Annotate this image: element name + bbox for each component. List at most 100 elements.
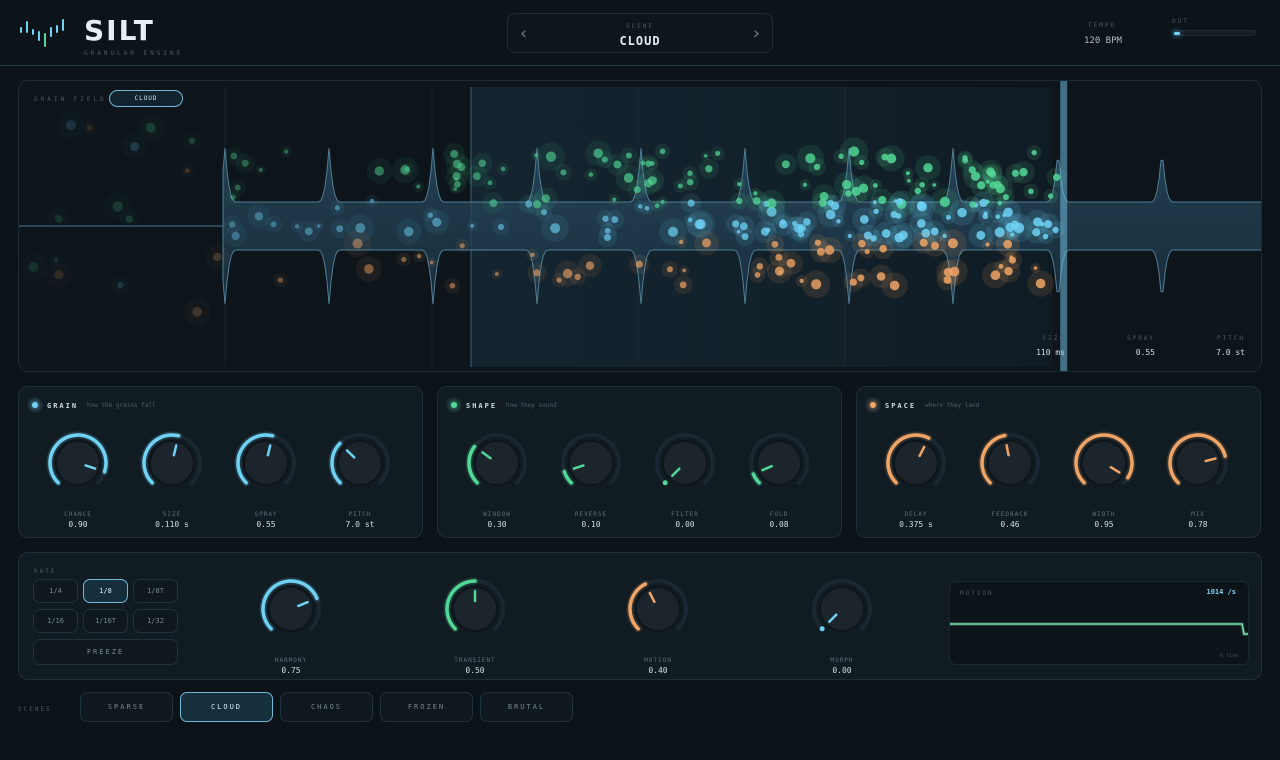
scene-selector: ‹ SCENE CLOUD › — [507, 13, 773, 53]
tempo-label: TEMPO — [1088, 22, 1117, 29]
knob-value: 7.0 st — [345, 520, 375, 529]
knob-value: 0.75 — [281, 666, 301, 675]
readout-spray: SPRAY 0.55 — [1109, 335, 1155, 357]
knob-body — [568, 440, 614, 486]
playhead — [1060, 81, 1068, 371]
scene-button-cloud[interactable]: CLOUD — [180, 692, 273, 722]
knob-size[interactable]: SIZE 0.110 s — [132, 427, 212, 529]
knob-value-dot — [662, 480, 668, 486]
grain-field-visualization — [19, 81, 1261, 371]
knob-body — [1175, 440, 1221, 486]
knob-label: MOTION — [644, 657, 672, 664]
motion-trace — [950, 622, 1248, 636]
knob-dial[interactable] — [1069, 427, 1139, 509]
knob-reverse[interactable]: REVERSE 0.10 — [551, 427, 631, 529]
readout-size-label: SIZE — [1042, 335, 1065, 342]
knob-label: SPRAY — [254, 511, 278, 518]
readout-spray-value: 0.55 — [1135, 348, 1155, 357]
rate-button-1-8t[interactable]: 1/8T — [133, 579, 178, 603]
knob-value: 0.55 — [256, 520, 276, 529]
knob-width[interactable]: WIDTH 0.95 — [1064, 427, 1144, 529]
rate-button-1-16t[interactable]: 1/16T — [83, 609, 128, 633]
knob-dial[interactable] — [975, 427, 1045, 509]
macro-panel: RATE 1/4 1/8 1/8T 1/16 1/16T 1/32 FREEZE… — [18, 552, 1262, 680]
knob-window[interactable]: WINDOW 0.30 — [457, 427, 537, 529]
tempo-value[interactable]: 120 BPM — [1084, 36, 1122, 46]
readout-spray-label: SPRAY — [1126, 335, 1155, 342]
knob-body — [55, 440, 101, 486]
knob-spray[interactable]: SPRAY 0.55 — [226, 427, 306, 529]
knob-value: 0.110 s — [155, 520, 189, 529]
rate-button-1-8[interactable]: 1/8 — [83, 579, 128, 603]
grain-field[interactable]: GRAIN FIELD CLOUD SIZE 110 ms SPRAY 0.55… — [18, 80, 1262, 372]
chevron-right-icon[interactable]: › — [753, 23, 760, 44]
knob-body — [474, 440, 520, 486]
knob-dial[interactable] — [256, 573, 326, 655]
knob-label: SIZE — [162, 511, 182, 518]
knob-dial[interactable] — [325, 427, 395, 509]
knob-body — [819, 586, 865, 632]
motion-label: MOTION — [960, 590, 994, 597]
rate-button-1-4[interactable]: 1/4 — [33, 579, 78, 603]
shape-panel-title: SHAPE — [466, 402, 498, 410]
freeze-button[interactable]: FREEZE — [33, 639, 178, 665]
knob-harmony[interactable]: HARMONY 0.75 — [251, 573, 331, 675]
knob-value: 0.10 — [581, 520, 601, 529]
knob-dial[interactable] — [137, 427, 207, 509]
knob-filter[interactable]: FILTER 0.00 — [645, 427, 725, 529]
knob-pitch[interactable]: PITCH 7.0 st — [320, 427, 400, 529]
shape-panel: SHAPE how they sound WINDOW 0.30 REVERSE 0… — [437, 386, 842, 538]
grain-field-mode[interactable]: CLOUD — [109, 90, 183, 107]
knob-dial[interactable] — [556, 427, 626, 509]
knob-dial[interactable] — [650, 427, 720, 509]
readout-pitch-label: PITCH — [1216, 335, 1245, 342]
knob-motion[interactable]: MOTION 0.40 — [618, 573, 698, 675]
knob-label: FEEDBACK — [991, 511, 1029, 518]
knob-chance[interactable]: CHANCE 0.90 — [38, 427, 118, 529]
knob-dial[interactable] — [623, 573, 693, 655]
grain-panel-indicator — [27, 397, 43, 413]
knob-label: FILTER — [671, 511, 699, 518]
scene-button-frozen[interactable]: FROZEN — [380, 692, 473, 722]
knob-value: 0.00 — [832, 666, 852, 675]
readout-size: SIZE 110 ms — [1019, 335, 1065, 357]
knob-body — [1081, 440, 1127, 486]
knob-label: WIDTH — [1092, 511, 1116, 518]
output-label: OUT — [1172, 18, 1189, 25]
knob-dial[interactable] — [1163, 427, 1233, 509]
knob-dial[interactable] — [744, 427, 814, 509]
knob-value: 0.78 — [1188, 520, 1208, 529]
knob-label: PITCH — [348, 511, 372, 518]
space-panel-indicator — [865, 397, 881, 413]
knob-dial[interactable] — [807, 573, 877, 655]
knob-body — [662, 440, 708, 486]
header: SILT GRANULAR ENGINE ‹ SCENE CLOUD › TEM… — [0, 0, 1280, 66]
app-logo: SILT — [84, 14, 155, 47]
knob-label: DELAY — [904, 511, 928, 518]
knob-label: FOLD — [769, 511, 789, 518]
knob-feedback[interactable]: FEEDBACK 0.46 — [970, 427, 1050, 529]
knob-dial[interactable] — [881, 427, 951, 509]
scene-button-sparse[interactable]: SPARSE — [80, 692, 173, 722]
readout-pitch: PITCH 7.0 st — [1199, 335, 1245, 357]
scene-button-brutal[interactable]: BRUTAL — [480, 692, 573, 722]
knob-value: 0.08 — [769, 520, 789, 529]
knob-morph[interactable]: MORPH 0.00 — [802, 573, 882, 675]
knob-mix[interactable]: MIX 0.78 — [1158, 427, 1238, 529]
knob-dial[interactable] — [231, 427, 301, 509]
scene-button-chaos[interactable]: CHAOS — [280, 692, 373, 722]
knob-dial[interactable] — [43, 427, 113, 509]
rate-button-1-32[interactable]: 1/32 — [133, 609, 178, 633]
rate-button-1-16[interactable]: 1/16 — [33, 609, 78, 633]
knob-value: 0.30 — [487, 520, 507, 529]
knob-fold[interactable]: FOLD 0.08 — [739, 427, 819, 529]
knob-delay[interactable]: DELAY 0.375 s — [876, 427, 956, 529]
grain-field-label: GRAIN FIELD — [34, 96, 107, 103]
knob-dial[interactable] — [440, 573, 510, 655]
knob-body — [149, 440, 195, 486]
knob-value: 0.46 — [1000, 520, 1020, 529]
scene-value: CLOUD — [619, 34, 661, 48]
knob-dial[interactable] — [462, 427, 532, 509]
knob-transient[interactable]: TRANSIENT 0.50 — [435, 573, 515, 675]
space-panel-subtitle: where they land — [925, 402, 980, 409]
